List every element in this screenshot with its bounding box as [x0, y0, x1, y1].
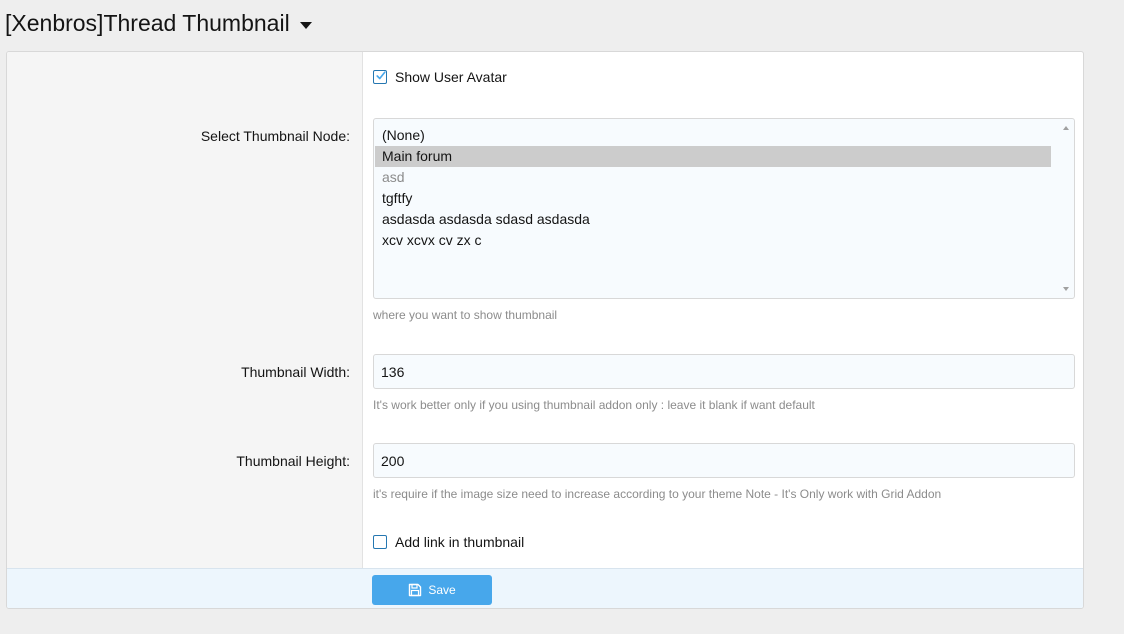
thumbnail-width-label: Thumbnail Width: — [241, 364, 350, 380]
show-avatar-checkbox-row[interactable]: Show User Avatar — [373, 69, 507, 85]
caret-down-icon[interactable] — [299, 21, 312, 29]
thumbnail-height-hint: it's require if the image size need to i… — [373, 487, 942, 501]
listbox-option[interactable]: xcv xcvx cv zx c — [375, 230, 1051, 251]
thumbnail-width-hint: It's work better only if you using thumb… — [373, 398, 815, 412]
listbox-option-selected[interactable]: Main forum — [375, 146, 1051, 167]
thumbnail-height-input[interactable] — [373, 443, 1075, 478]
thumbnail-height-label: Thumbnail Height: — [236, 453, 350, 469]
add-link-checkbox-row[interactable]: Add link in thumbnail — [373, 534, 524, 550]
scroll-down-arrow-icon[interactable] — [1063, 287, 1069, 291]
listbox-option[interactable]: asdasda asdasda sdasd asdasda — [375, 209, 1051, 230]
thumbnail-width-input[interactable] — [373, 354, 1075, 389]
form-submit-row: Save — [7, 568, 1083, 608]
listbox-option[interactable]: tgftfy — [375, 188, 1051, 209]
scroll-up-arrow-icon[interactable] — [1063, 126, 1069, 130]
save-button-label: Save — [428, 583, 456, 597]
thumbnail-node-label: Select Thumbnail Node: — [200, 128, 350, 144]
thumbnail-node-listbox[interactable]: (None) Main forum asd tgftfy asdasda asd… — [373, 118, 1075, 299]
listbox-option-disabled: asd — [382, 169, 405, 185]
show-avatar-label: Show User Avatar — [395, 69, 507, 85]
save-button[interactable]: Save — [372, 575, 492, 605]
floppy-disk-icon — [409, 583, 422, 597]
add-link-label: Add link in thumbnail — [395, 534, 525, 550]
checkmark-icon — [376, 70, 386, 79]
listbox-option[interactable]: (None) — [375, 125, 1051, 146]
add-link-checkbox[interactable] — [373, 535, 387, 549]
thumbnail-node-hint: where you want to show thumbnail — [373, 308, 558, 322]
page-title-text: [Xenbros]Thread Thumbnail — [5, 10, 290, 36]
page-title[interactable]: [Xenbros]Thread Thumbnail — [5, 10, 312, 37]
show-avatar-checkbox[interactable] — [373, 70, 387, 84]
options-form: Show User Avatar Select Thumbnail Node: … — [6, 51, 1084, 609]
